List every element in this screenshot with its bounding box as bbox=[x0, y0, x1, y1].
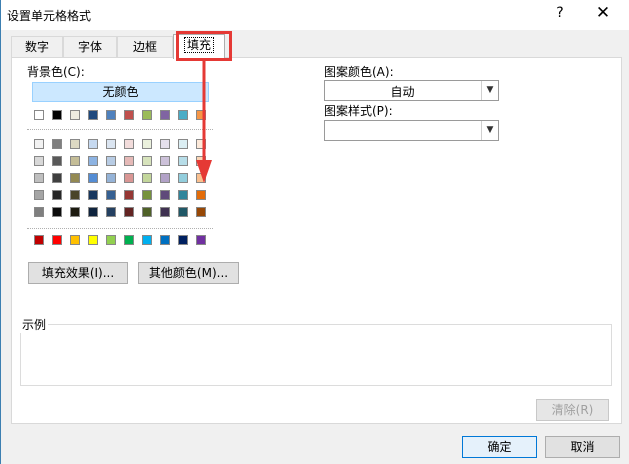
annotation-arrow bbox=[196, 61, 212, 183]
